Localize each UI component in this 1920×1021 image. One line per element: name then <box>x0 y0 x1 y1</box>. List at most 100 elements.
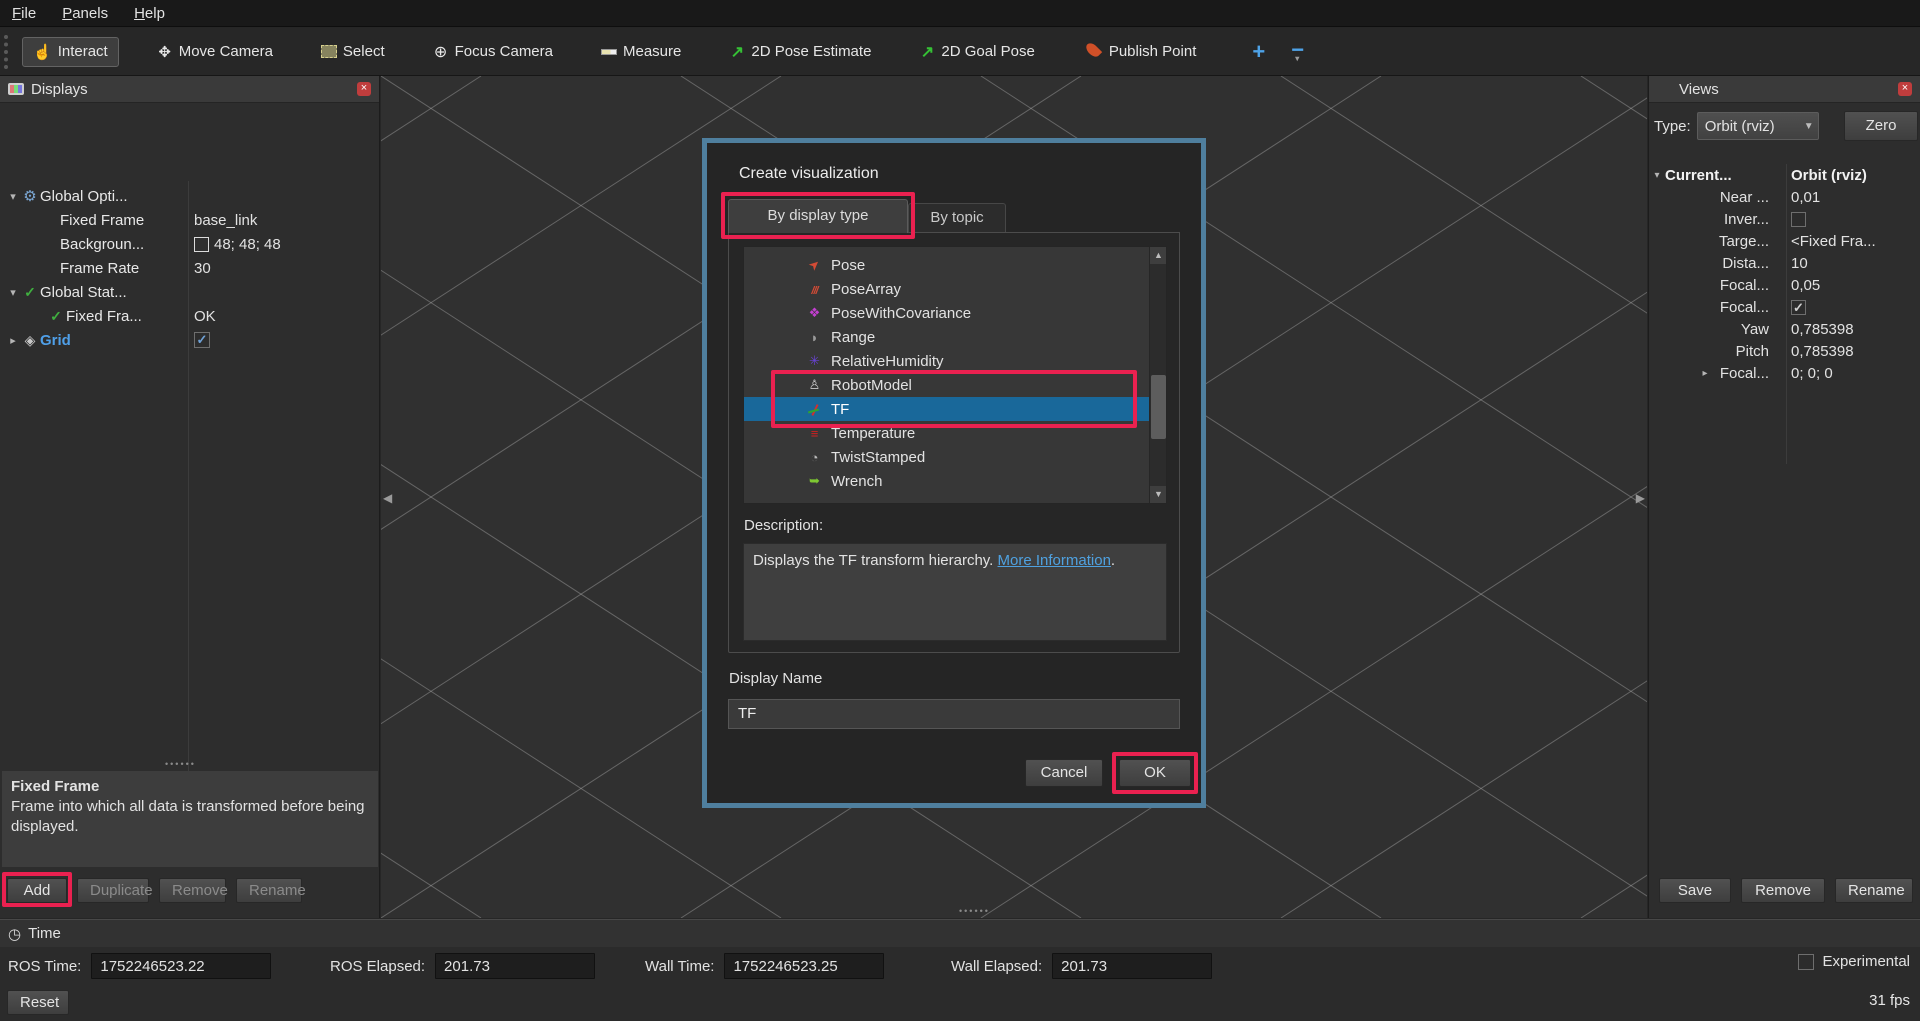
help-title: Fixed Frame <box>11 777 369 797</box>
focal-checkbox[interactable] <box>1791 300 1806 315</box>
goal-pose-tool-button[interactable]: 2D Goal Pose <box>909 37 1044 67</box>
list-item-twiststamped[interactable]: TwistStamped <box>744 445 1151 469</box>
menu-help[interactable]: Help <box>134 5 165 22</box>
view-row-target-frame[interactable]: Targe... <Fixed Fra... <box>1649 230 1920 252</box>
close-icon[interactable]: × <box>1898 82 1912 96</box>
view-row-focal-point[interactable]: ▸ Focal... 0; 0; 0 <box>1649 362 1920 384</box>
tree-row-grid[interactable]: ▸ Grid <box>0 328 380 352</box>
list-item-wrench[interactable]: Wrench <box>744 469 1151 493</box>
invert-checkbox[interactable] <box>1791 212 1806 227</box>
chevron-down-icon[interactable]: ▾ <box>1649 170 1665 181</box>
wrench-icon <box>806 473 823 489</box>
publish-point-tool-button[interactable]: Publish Point <box>1073 38 1207 65</box>
list-scrollbar[interactable]: ▲ ▼ <box>1149 247 1166 503</box>
tree-row-global-options[interactable]: ▾ Global Opti... <box>0 184 380 208</box>
time-panel-titlebar[interactable]: Time <box>0 920 1920 947</box>
view-row-distance[interactable]: Dista... 10 <box>1649 252 1920 274</box>
view-row-current[interactable]: ▾ Current... Orbit (rviz) <box>1649 164 1920 186</box>
measure-tool-button[interactable]: Measure <box>591 38 691 65</box>
wall-time-value[interactable]: 1752246523.25 <box>724 953 884 979</box>
splitter-handle[interactable]: •••••• <box>959 906 990 916</box>
list-item-temperature[interactable]: Temperature <box>744 421 1151 445</box>
add-display-button[interactable]: Add <box>7 878 67 903</box>
rename-display-button[interactable]: Rename <box>236 878 302 903</box>
ok-button[interactable]: OK <box>1119 759 1191 787</box>
rename-view-button[interactable]: Rename <box>1835 878 1913 903</box>
list-item-relativehumidity[interactable]: RelativeHumidity <box>744 349 1151 373</box>
scroll-down-icon[interactable]: ▼ <box>1150 486 1167 503</box>
tab-by-topic[interactable]: By topic <box>908 203 1006 233</box>
splitter-handle[interactable]: •••••• <box>165 759 196 769</box>
tab-by-display-type[interactable]: By display type <box>728 199 908 233</box>
reset-button[interactable]: Reset <box>7 990 69 1015</box>
list-item-tf[interactable]: TF <box>744 397 1151 421</box>
focus-camera-tool-button[interactable]: Focus Camera <box>423 37 563 67</box>
tree-row-global-status[interactable]: ▾ Global Stat... <box>0 280 380 304</box>
toolbar-drag-handle[interactable] <box>4 35 14 69</box>
chevron-down-icon[interactable]: ▾ <box>6 286 20 299</box>
tool-label: Publish Point <box>1109 43 1197 60</box>
tree-value[interactable]: base_link <box>194 212 257 229</box>
tool-label: 2D Goal Pose <box>941 43 1034 60</box>
remove-display-button[interactable]: Remove <box>159 878 226 903</box>
scroll-up-icon[interactable]: ▲ <box>1150 247 1167 264</box>
collapse-right-panel-icon[interactable]: ▶ <box>1636 491 1645 505</box>
view-row-yaw[interactable]: Yaw 0,785398 <box>1649 318 1920 340</box>
tree-row-frame-rate[interactable]: Frame Rate 30 <box>0 256 380 280</box>
zero-button[interactable]: Zero <box>1844 111 1918 141</box>
view-row-focal-shape-size[interactable]: Focal... 0,05 <box>1649 274 1920 296</box>
list-item-robotmodel[interactable]: RobotModel <box>744 373 1151 397</box>
experimental-checkbox[interactable] <box>1798 954 1814 970</box>
view-value[interactable]: 0,785398 <box>1791 321 1854 338</box>
select-tool-button[interactable]: Select <box>311 38 395 65</box>
view-type-dropdown[interactable]: Orbit (rviz) ▼ <box>1697 112 1819 140</box>
view-value[interactable]: 10 <box>1791 255 1808 272</box>
chevron-right-icon[interactable]: ▸ <box>6 334 20 347</box>
menu-file[interactable]: File <box>12 5 36 22</box>
view-value[interactable]: 0; 0; 0 <box>1791 365 1833 382</box>
chevron-right-icon[interactable]: ▸ <box>1697 368 1713 379</box>
displays-panel-titlebar[interactable]: Displays × <box>0 76 379 103</box>
view-value[interactable]: 0,01 <box>1791 189 1820 206</box>
remove-tool-button[interactable]: − ▾ <box>1291 37 1304 63</box>
views-panel-titlebar[interactable]: Views × <box>1649 76 1920 103</box>
save-view-button[interactable]: Save <box>1659 878 1731 903</box>
list-item-range[interactable]: Range <box>744 325 1151 349</box>
display-type-list[interactable]: Pose PoseArray PoseWithCovariance Range … <box>743 246 1167 504</box>
color-swatch[interactable] <box>194 237 209 252</box>
interact-tool-button[interactable]: Interact <box>22 37 119 67</box>
grid-enabled-checkbox[interactable] <box>194 332 210 348</box>
remove-view-button[interactable]: Remove <box>1741 878 1825 903</box>
ros-time-value[interactable]: 1752246523.22 <box>91 953 271 979</box>
view-row-invert-z[interactable]: Inver... <box>1649 208 1920 230</box>
tree-value[interactable]: 48; 48; 48 <box>194 236 281 253</box>
tree-row-background[interactable]: Backgroun... 48; 48; 48 <box>0 232 380 256</box>
menu-panels[interactable]: Panels <box>62 5 108 22</box>
tree-row-fixed-frame-status[interactable]: Fixed Fra... OK <box>0 304 380 328</box>
ros-elapsed-value[interactable]: 201.73 <box>435 953 595 979</box>
view-row-focal-shape-fixed[interactable]: Focal... <box>1649 296 1920 318</box>
add-tool-button[interactable]: + <box>1252 39 1265 65</box>
wall-elapsed-value[interactable]: 201.73 <box>1052 953 1212 979</box>
list-item-posewithcovariance[interactable]: PoseWithCovariance <box>744 301 1151 325</box>
view-value[interactable]: <Fixed Fra... <box>1791 233 1876 250</box>
collapse-left-panel-icon[interactable]: ◀ <box>383 491 392 505</box>
move-camera-tool-button[interactable]: Move Camera <box>147 38 283 66</box>
view-value[interactable]: 0,785398 <box>1791 343 1854 360</box>
display-name-input[interactable]: TF <box>728 699 1180 729</box>
cancel-button[interactable]: Cancel <box>1025 759 1103 787</box>
scrollbar-thumb[interactable] <box>1151 375 1166 439</box>
tree-row-fixed-frame[interactable]: Fixed Frame base_link <box>0 208 380 232</box>
pose-estimate-tool-button[interactable]: 2D Pose Estimate <box>719 37 881 67</box>
tree-value[interactable]: 30 <box>194 260 211 277</box>
list-item-posearray[interactable]: PoseArray <box>744 277 1151 301</box>
chevron-down-icon[interactable]: ▾ <box>6 190 20 203</box>
list-item-pose[interactable]: Pose <box>744 253 1151 277</box>
tree-value[interactable] <box>194 332 210 348</box>
view-row-pitch[interactable]: Pitch 0,785398 <box>1649 340 1920 362</box>
view-value[interactable]: 0,05 <box>1791 277 1820 294</box>
view-row-near-clip[interactable]: Near ... 0,01 <box>1649 186 1920 208</box>
more-information-link[interactable]: More Information <box>998 552 1111 569</box>
duplicate-display-button[interactable]: Duplicate <box>77 878 149 903</box>
close-icon[interactable]: × <box>357 82 371 96</box>
